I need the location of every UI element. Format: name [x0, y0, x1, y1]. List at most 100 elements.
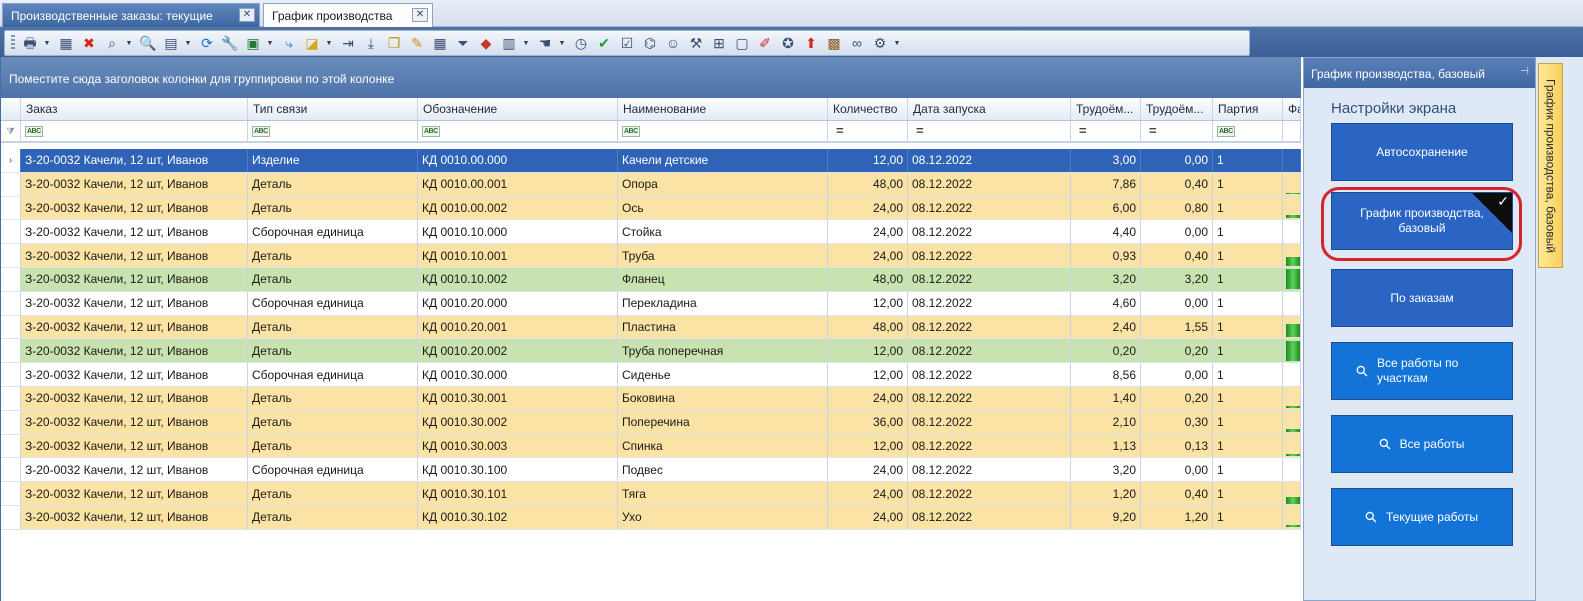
- settings-icon[interactable]: ⚙: [869, 33, 891, 53]
- calendar-icon[interactable]: ▦: [55, 33, 77, 53]
- hand-icon[interactable]: ☚: [534, 33, 556, 53]
- table-row[interactable]: З-20-0032 Качели, 12 шт, Иванов Сборочная…: [1, 363, 1301, 387]
- wrench-icon[interactable]: 🔧: [219, 33, 241, 53]
- share-icon[interactable]: ⤷: [278, 33, 300, 53]
- filter-cell[interactable]: ABC: [248, 121, 418, 141]
- find-icon[interactable]: 🔍: [137, 33, 159, 53]
- dropdown-arrow-icon[interactable]: ▼: [521, 33, 531, 53]
- seal-icon[interactable]: ✪: [777, 33, 799, 53]
- dropdown-arrow-icon[interactable]: ▼: [124, 33, 134, 53]
- dropdown-arrow-icon[interactable]: ▼: [557, 33, 567, 53]
- dropdown-arrow-icon[interactable]: ▼: [892, 33, 902, 53]
- row-indicator[interactable]: [1, 505, 21, 529]
- side-tab-schedule-base[interactable]: График производства, базовый: [1538, 63, 1563, 268]
- table-row[interactable]: З-20-0032 Качели, 12 шт, Иванов Деталь КД …: [1, 482, 1301, 506]
- table-row[interactable]: З-20-0032 Качели, 12 шт, Иванов Сборочная…: [1, 458, 1301, 483]
- window-icon[interactable]: ▢: [731, 33, 753, 53]
- row-indicator[interactable]: [1, 220, 21, 244]
- table-row[interactable]: З-20-0032 Качели, 12 шт, Иванов Деталь КД …: [1, 434, 1301, 459]
- row-indicator[interactable]: [1, 315, 21, 339]
- group-by-panel[interactable]: Поместите сюда заголовок колонки для гру…: [1, 57, 1301, 98]
- up-arrow-icon[interactable]: ⬆: [800, 33, 822, 53]
- column-labor-2[interactable]: Трудоём...: [1141, 98, 1213, 120]
- hierarchy-icon[interactable]: ⊞: [708, 33, 730, 53]
- filter-cell[interactable]: =: [1071, 121, 1141, 141]
- table-row[interactable]: З-20-0032 Качели, 12 шт, Иванов Деталь КД …: [1, 505, 1301, 530]
- clipboard-icon[interactable]: ▥: [498, 33, 520, 53]
- shapes-icon[interactable]: ◆: [475, 33, 497, 53]
- printer-icon[interactable]: 🖶: [19, 33, 41, 53]
- chart-icon[interactable]: ▤: [160, 33, 182, 53]
- row-indicator[interactable]: [1, 410, 21, 434]
- dropdown-arrow-icon[interactable]: ▼: [42, 33, 52, 53]
- row-indicator[interactable]: [1, 196, 21, 220]
- calendar-grid-icon[interactable]: ▦: [429, 33, 451, 53]
- table-row[interactable]: З-20-0032 Качели, 12 шт, Иванов Сборочная…: [1, 291, 1301, 316]
- settings-button[interactable]: ⚲ Все работы по участкам: [1331, 342, 1513, 400]
- filter-cell[interactable]: ABC: [1213, 121, 1283, 141]
- column-batch[interactable]: Партия: [1213, 98, 1283, 120]
- column-labor-1[interactable]: Трудоём...: [1071, 98, 1141, 120]
- arrow-right-icon[interactable]: ⇥: [337, 33, 359, 53]
- toolbar-grip[interactable]: [11, 35, 15, 51]
- edit-icon[interactable]: ✎: [406, 33, 428, 53]
- filter-cell[interactable]: =: [828, 121, 908, 141]
- row-indicator[interactable]: [1, 363, 21, 386]
- column-start-date[interactable]: Дата запуска: [908, 98, 1071, 120]
- row-indicator[interactable]: [1, 434, 21, 458]
- row-indicator[interactable]: [1, 244, 21, 267]
- row-indicator[interactable]: [1, 172, 21, 196]
- row-indicator[interactable]: [1, 482, 21, 505]
- table-row[interactable]: З-20-0032 Качели, 12 шт, Иванов Деталь КД …: [1, 267, 1301, 292]
- checklist-icon[interactable]: ☑: [616, 33, 638, 53]
- filter-corner[interactable]: ⧩: [1, 121, 21, 141]
- row-indicator[interactable]: [1, 291, 21, 315]
- close-icon[interactable]: ✕: [412, 8, 428, 22]
- refresh-icon[interactable]: ⟳: [196, 33, 218, 53]
- users-icon[interactable]: ☺: [662, 33, 684, 53]
- pin-icon[interactable]: ⊣: [1520, 66, 1529, 77]
- row-indicator[interactable]: [1, 458, 21, 482]
- tag-icon[interactable]: ◪: [301, 33, 323, 53]
- table-row[interactable]: З-20-0032 Качели, 12 шт, Иванов Деталь КД …: [1, 172, 1301, 197]
- filter-icon[interactable]: ⏷: [452, 33, 474, 53]
- tab-production-schedule[interactable]: График производства ✕: [263, 3, 433, 28]
- settings-button[interactable]: По заказам: [1331, 269, 1513, 327]
- table-row[interactable]: З-20-0032 Качели, 12 шт, Иванов Сборочная…: [1, 220, 1301, 245]
- table-row[interactable]: З-20-0032 Качели, 12 шт, Иванов Деталь КД …: [1, 196, 1301, 221]
- table-row[interactable]: З-20-0032 Качели, 12 шт, Иванов Деталь КД …: [1, 315, 1301, 340]
- binoculars-icon[interactable]: ⌬: [639, 33, 661, 53]
- close-icon[interactable]: ✕: [239, 8, 255, 22]
- filter-cell[interactable]: [1283, 121, 1301, 141]
- table-row[interactable]: › З-20-0032 Качели, 12 шт, Иванов Изделие К…: [1, 149, 1301, 173]
- column-designation[interactable]: Обозначение: [418, 98, 618, 120]
- table-row[interactable]: З-20-0032 Качели, 12 шт, Иванов Деталь КД …: [1, 410, 1301, 435]
- column-fact[interactable]: Фа: [1283, 98, 1301, 120]
- hammer-icon[interactable]: ⚒: [685, 33, 707, 53]
- table-row[interactable]: З-20-0032 Качели, 12 шт, Иванов Деталь КД …: [1, 339, 1301, 364]
- column-quantity[interactable]: Количество: [828, 98, 908, 120]
- filter-cell[interactable]: =: [1141, 121, 1213, 141]
- settings-button[interactable]: ⚲ Текущие работы: [1331, 488, 1513, 546]
- download-icon[interactable]: ⤓: [360, 33, 382, 53]
- table-row[interactable]: З-20-0032 Качели, 12 шт, Иванов Деталь КД …: [1, 244, 1301, 268]
- filter-cell[interactable]: ABC: [618, 121, 828, 141]
- column-order[interactable]: Заказ: [21, 98, 248, 120]
- excel-icon[interactable]: ▣: [242, 33, 264, 53]
- row-indicator[interactable]: [1, 339, 21, 363]
- filter-cell[interactable]: =: [908, 121, 1071, 141]
- copy-icon[interactable]: ❐: [383, 33, 405, 53]
- check-icon[interactable]: ✔: [593, 33, 615, 53]
- row-indicator[interactable]: [1, 267, 21, 291]
- filter-cell[interactable]: ABC: [21, 121, 248, 141]
- search-zoom-icon[interactable]: ⌕: [101, 33, 123, 53]
- settings-button[interactable]: Автосохранение: [1331, 123, 1513, 181]
- dropdown-arrow-icon[interactable]: ▼: [324, 33, 334, 53]
- filter-cell[interactable]: ABC: [418, 121, 618, 141]
- settings-button[interactable]: ⚲ Все работы: [1331, 415, 1513, 473]
- boxes-icon[interactable]: ▩: [823, 33, 845, 53]
- table-row[interactable]: З-20-0032 Качели, 12 шт, Иванов Деталь КД …: [1, 386, 1301, 411]
- delete-icon[interactable]: ✖: [78, 33, 100, 53]
- clock-icon[interactable]: ◷: [570, 33, 592, 53]
- row-indicator[interactable]: [1, 386, 21, 410]
